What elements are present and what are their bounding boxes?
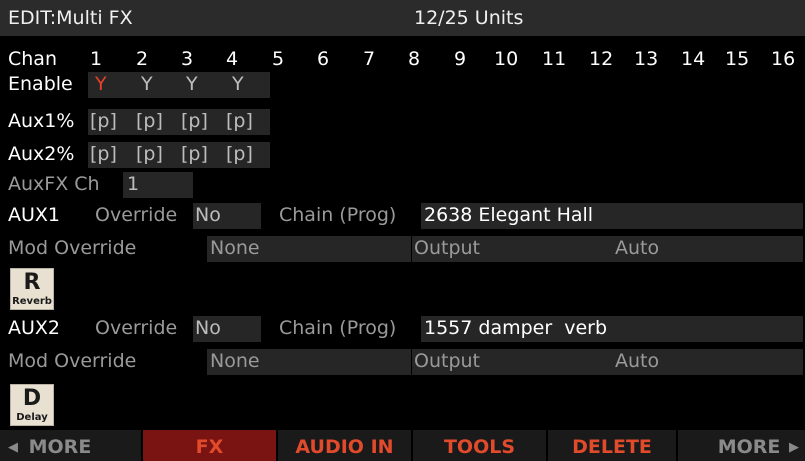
aux2pct-value[interactable]: [p] bbox=[136, 145, 163, 164]
aux1-mod-label: Mod Override bbox=[8, 237, 137, 259]
delay-icon-text: Delay bbox=[16, 412, 48, 423]
chan-number: 1 bbox=[90, 48, 103, 70]
aux1pct-value[interactable]: [p] bbox=[226, 112, 253, 131]
arrow-left-icon: ◀ bbox=[8, 440, 18, 455]
aux2-output-value[interactable]: Auto bbox=[615, 352, 659, 371]
aux1-override-label: Override bbox=[95, 204, 178, 226]
softkey-more-right[interactable]: MORE ▶ bbox=[678, 430, 805, 461]
chan-number: 13 bbox=[634, 48, 659, 70]
enable-value[interactable]: Y bbox=[232, 75, 244, 94]
enable-label: Enable bbox=[8, 73, 73, 95]
delay-icon: D Delay bbox=[10, 384, 54, 426]
chan-number: 10 bbox=[494, 48, 519, 70]
aux1pct-label: Aux1% bbox=[8, 110, 75, 132]
aux2-mod-value[interactable]: None bbox=[210, 352, 260, 371]
softkey-audio-in-label: AUDIO IN bbox=[295, 436, 394, 458]
aux2pct-value[interactable]: [p] bbox=[226, 145, 253, 164]
enable-value[interactable]: Y bbox=[95, 75, 107, 94]
chan-label: Chan bbox=[8, 48, 57, 70]
aux2-mod-label: Mod Override bbox=[8, 350, 137, 372]
aux1-chain-value[interactable]: 2638 Elegant Hall bbox=[424, 206, 593, 225]
chan-number: 11 bbox=[542, 48, 567, 70]
softkey-tools-label: TOOLS bbox=[443, 436, 516, 458]
chan-number: 5 bbox=[272, 48, 285, 70]
aux1-output-value[interactable]: Auto bbox=[615, 239, 659, 258]
softkey-more-left[interactable]: ◀ MORE bbox=[0, 430, 143, 461]
chan-number: 2 bbox=[136, 48, 149, 70]
aux2-override-label: Override bbox=[95, 317, 178, 339]
chan-number: 8 bbox=[408, 48, 421, 70]
aux1pct-value[interactable]: [p] bbox=[90, 112, 117, 131]
chan-number: 12 bbox=[589, 48, 614, 70]
aux2-output-label: Output bbox=[414, 350, 480, 372]
aux2-chain-label: Chain (Prog) bbox=[279, 317, 397, 339]
aux2pct-value[interactable]: [p] bbox=[90, 145, 117, 164]
reverb-icon-text: Reverb bbox=[12, 296, 52, 307]
arrow-right-icon: ▶ bbox=[789, 440, 799, 455]
aux1pct-value[interactable]: [p] bbox=[136, 112, 163, 131]
title-bar: EDIT:Multi FX 12/25 Units bbox=[0, 0, 805, 36]
aux2-chain-value[interactable]: 1557 damper verb bbox=[424, 319, 607, 338]
aux2pct-value[interactable]: [p] bbox=[181, 145, 208, 164]
aux1-chain-label: Chain (Prog) bbox=[279, 204, 397, 226]
delay-icon-letter: D bbox=[22, 386, 42, 411]
aux2-override-value[interactable]: No bbox=[195, 319, 221, 338]
softkey-fx-label: FX bbox=[195, 436, 224, 458]
chan-number: 7 bbox=[363, 48, 376, 70]
reverb-icon: R Reverb bbox=[10, 268, 54, 310]
chan-number: 16 bbox=[771, 48, 796, 70]
page-title: EDIT:Multi FX bbox=[8, 7, 133, 29]
chan-number: 4 bbox=[226, 48, 239, 70]
chan-number: 14 bbox=[681, 48, 706, 70]
chan-number: 3 bbox=[181, 48, 194, 70]
softkey-delete[interactable]: DELETE bbox=[548, 430, 678, 461]
aux2pct-label: Aux2% bbox=[8, 143, 75, 165]
aux2-label: AUX2 bbox=[8, 317, 61, 339]
softkey-more-left-label: MORE bbox=[28, 436, 92, 458]
softkey-tools[interactable]: TOOLS bbox=[413, 430, 548, 461]
softkey-bar: ◀ MORE FX AUDIO IN TOOLS DELETE MORE ▶ bbox=[0, 430, 805, 461]
chan-number: 9 bbox=[454, 48, 467, 70]
chan-number: 15 bbox=[725, 48, 750, 70]
auxfx-value[interactable]: 1 bbox=[127, 175, 139, 194]
enable-value[interactable]: Y bbox=[186, 75, 198, 94]
softkey-more-right-label: MORE bbox=[717, 436, 781, 458]
units-indicator: 12/25 Units bbox=[414, 7, 524, 29]
enable-value[interactable]: Y bbox=[141, 75, 153, 94]
reverb-icon-letter: R bbox=[23, 270, 41, 295]
chan-number: 6 bbox=[317, 48, 330, 70]
aux1-mod-value[interactable]: None bbox=[210, 239, 260, 258]
aux1pct-value[interactable]: [p] bbox=[181, 112, 208, 131]
aux1-override-value[interactable]: No bbox=[195, 206, 221, 225]
aux1-output-label: Output bbox=[414, 237, 480, 259]
auxfx-label: AuxFX Ch bbox=[8, 173, 100, 195]
softkey-fx[interactable]: FX bbox=[143, 430, 278, 461]
softkey-delete-label: DELETE bbox=[572, 436, 652, 458]
aux1-label: AUX1 bbox=[8, 204, 61, 226]
softkey-audio-in[interactable]: AUDIO IN bbox=[278, 430, 413, 461]
